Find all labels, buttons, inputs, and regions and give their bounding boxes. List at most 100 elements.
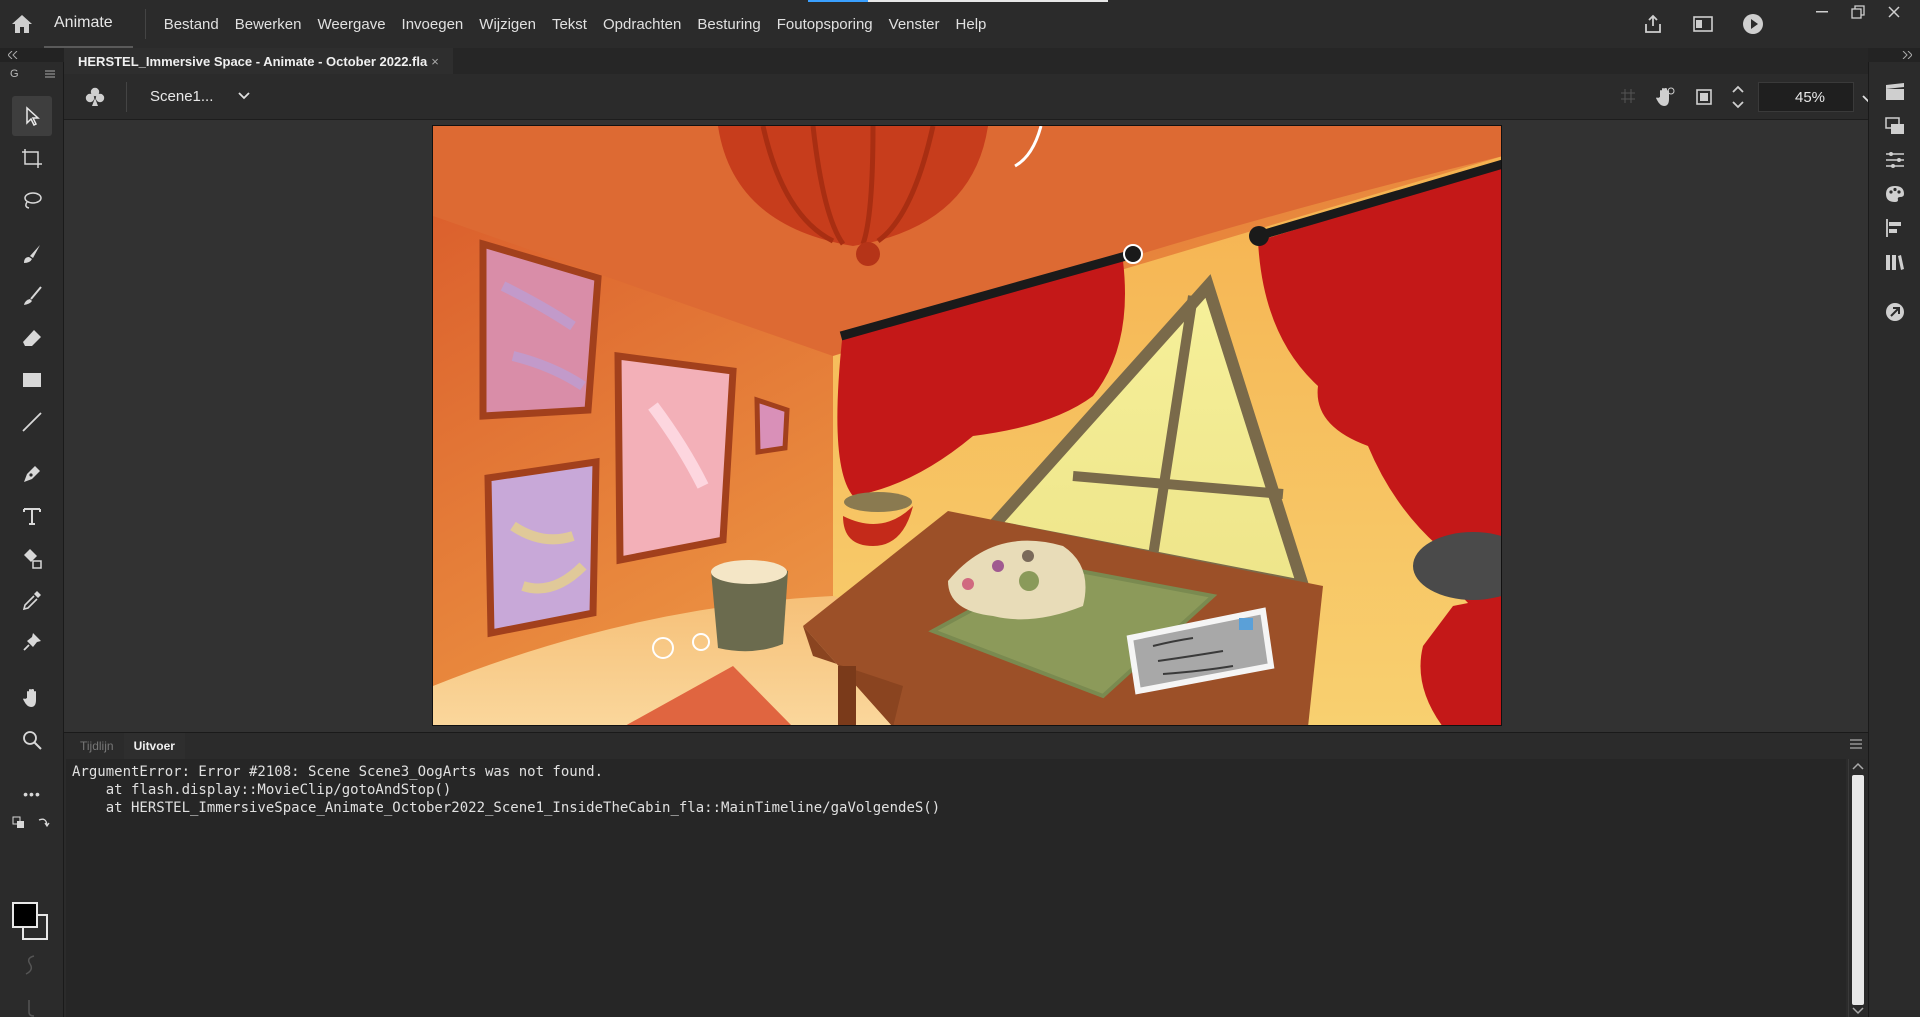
pin-icon — [23, 633, 41, 651]
tab-uitvoer[interactable]: Uitvoer — [123, 733, 185, 759]
tools-panel: G ••• — [0, 62, 64, 1017]
camera-hand-icon[interactable] — [1654, 86, 1676, 108]
bottom-panel-tabs: Tijdlijn Uitvoer — [64, 733, 1868, 759]
menu-besturing[interactable]: Besturing — [689, 0, 768, 48]
stage-pasteboard — [64, 120, 1868, 732]
hand-tool[interactable] — [12, 678, 52, 718]
assets-panel-button[interactable] — [1881, 248, 1909, 276]
menu-foutopsporing[interactable]: Foutopsporing — [769, 0, 881, 48]
output-line: ArgumentError: Error #2108: Scene Scene3… — [72, 764, 604, 780]
text-tool[interactable] — [12, 496, 52, 536]
close-tab-icon[interactable]: × — [431, 54, 439, 69]
collapse-left-icon[interactable] — [8, 51, 18, 59]
sliders-icon — [1886, 152, 1904, 168]
lasso-icon — [24, 192, 42, 209]
menu-bestand[interactable]: Bestand — [156, 0, 227, 48]
transform-icon — [22, 149, 42, 168]
tab-tijdlijn[interactable]: Tijdlijn — [70, 733, 124, 759]
swap-colors-icon[interactable] — [12, 816, 26, 830]
more-tools-button[interactable]: ••• — [12, 774, 52, 814]
app-name: Animate — [44, 0, 133, 48]
menu-opdrachten[interactable]: Opdrachten — [595, 0, 689, 48]
menu-venster[interactable]: Venster — [881, 0, 948, 48]
properties-panel-button[interactable] — [1881, 146, 1909, 174]
paint-bucket-icon — [24, 549, 42, 569]
pen-tool[interactable] — [12, 454, 52, 494]
zoom-level-field[interactable]: 45% — [1758, 82, 1874, 112]
brush-tool[interactable] — [12, 276, 52, 316]
close-window-button[interactable] — [1876, 0, 1912, 24]
text-icon — [23, 508, 41, 525]
library-panel-button[interactable] — [1881, 112, 1909, 140]
paint-brush-tool[interactable] — [12, 234, 52, 274]
brush-icon — [24, 286, 42, 305]
output-line: at flash.display::MovieClip/gotoAndStop(… — [72, 782, 452, 798]
stage-canvas[interactable] — [432, 125, 1502, 726]
line-icon — [22, 412, 42, 432]
menu-invoegen[interactable]: Invoegen — [394, 0, 472, 48]
zoom-tool[interactable] — [12, 720, 52, 760]
right-panel-dock — [1868, 62, 1920, 1017]
clapperboard-icon — [1886, 83, 1904, 100]
lasso-tool[interactable] — [12, 180, 52, 220]
home-icon — [12, 15, 32, 33]
output-console[interactable]: ArgumentError: Error #2108: Scene Scene3… — [66, 759, 1846, 1017]
snap-icon[interactable] — [24, 954, 36, 976]
document-tab[interactable]: HERSTEL_Immersive Space - Animate - Octo… — [64, 48, 453, 74]
selection-tool[interactable] — [12, 96, 52, 136]
edit-bar: Scene1... 45% — [64, 74, 1874, 120]
hamburger-icon[interactable] — [45, 70, 55, 78]
color-panel-button[interactable] — [1881, 180, 1909, 208]
chevron-down-icon[interactable] — [238, 92, 250, 100]
menu-bewerken[interactable]: Bewerken — [227, 0, 310, 48]
minimize-button[interactable] — [1804, 0, 1840, 24]
publish-button[interactable] — [1628, 0, 1678, 48]
scroll-down-icon[interactable] — [1852, 1007, 1864, 1015]
paint-bucket-tool[interactable] — [12, 538, 52, 578]
align-panel-button[interactable] — [1881, 214, 1909, 242]
club-symbol-icon[interactable] — [84, 86, 106, 108]
arrow-cursor-icon — [26, 106, 40, 126]
home-button[interactable] — [0, 0, 44, 48]
eyedropper-tool[interactable] — [12, 580, 52, 620]
rectangle-tool[interactable] — [12, 360, 52, 400]
test-movie-button[interactable] — [1728, 0, 1778, 48]
fill-color-swatch[interactable] — [12, 902, 38, 928]
workspace-button[interactable] — [1678, 0, 1728, 48]
center-stage-icon[interactable] — [1731, 84, 1745, 110]
clip-content-icon[interactable] — [1694, 87, 1714, 107]
scrollbar-thumb[interactable] — [1852, 775, 1864, 1005]
restore-button[interactable] — [1840, 0, 1876, 24]
menu-bar: Animate Bestand Bewerken Weergave Invoeg… — [0, 0, 1920, 48]
eyedropper-icon — [22, 591, 41, 611]
motion-presets-button[interactable] — [1881, 298, 1909, 326]
paint-brush-icon — [24, 245, 40, 263]
hand-icon — [23, 689, 36, 707]
free-transform-tool[interactable] — [12, 138, 52, 178]
default-colors-icon[interactable] — [36, 816, 50, 830]
scene-panel-button[interactable] — [1881, 78, 1909, 106]
tools-header: G — [0, 62, 63, 86]
snap-grid-icon[interactable] — [1620, 88, 1636, 104]
pen-icon — [24, 466, 40, 482]
scene-selector[interactable]: Scene1... — [150, 88, 213, 105]
document-tab-bar: HERSTEL_Immersive Space - Animate - Octo… — [64, 48, 1868, 74]
share-icon — [1645, 14, 1661, 33]
tools-header-label: G — [10, 68, 19, 80]
menu-tekst[interactable]: Tekst — [544, 0, 595, 48]
menu-wijzigen[interactable]: Wijzigen — [471, 0, 544, 48]
eraser-tool[interactable] — [12, 318, 52, 358]
workspace-icon — [1693, 16, 1713, 32]
line-tool[interactable] — [12, 402, 52, 442]
collapse-right-icon[interactable] — [1902, 51, 1912, 59]
cabin-interior-artwork — [433, 126, 1501, 725]
scroll-up-icon[interactable] — [1852, 762, 1864, 770]
rectangle-icon — [23, 373, 41, 387]
pin-tool[interactable] — [12, 622, 52, 662]
layers-icon — [1885, 117, 1904, 134]
output-scrollbar[interactable] — [1848, 759, 1866, 1017]
menu-weergave[interactable]: Weergave — [309, 0, 393, 48]
smooth-icon[interactable] — [26, 998, 36, 1017]
menu-help[interactable]: Help — [948, 0, 995, 48]
panel-menu-icon[interactable] — [1850, 739, 1862, 749]
